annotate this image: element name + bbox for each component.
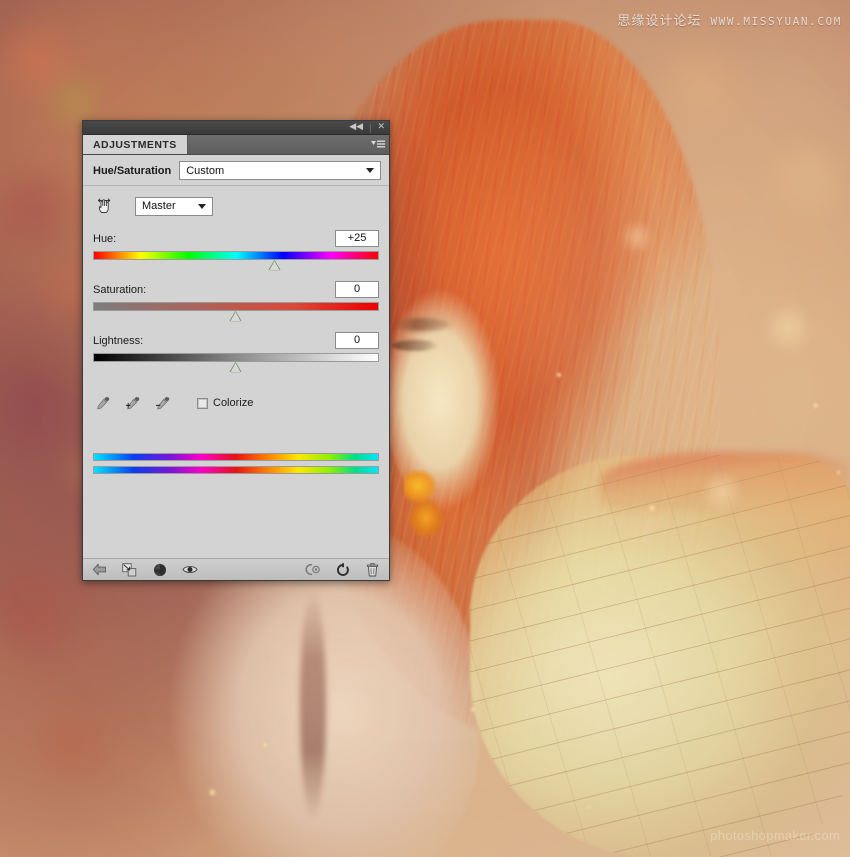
slider-group-saturation: Saturation: 0 — [93, 281, 379, 322]
tools-row: Colorize — [93, 393, 379, 413]
figure-eye — [392, 340, 438, 351]
saturation-value-input[interactable]: 0 — [335, 281, 379, 298]
clip-to-layer-icon[interactable] — [121, 562, 138, 578]
hue-slider-thumb[interactable] — [268, 260, 281, 270]
colorize-checkbox[interactable] — [197, 397, 208, 409]
slider-head-saturation: Saturation: 0 — [93, 281, 379, 298]
colorize-label: Colorize — [213, 397, 254, 409]
lightness-slider-thumb[interactable] — [229, 362, 242, 372]
figure-eyebrow — [392, 318, 450, 331]
targeted-adjustment-hand-icon[interactable] — [93, 194, 117, 218]
lightness-slider-track[interactable] — [93, 353, 379, 362]
slider-head-lightness: Lightness: 0 — [93, 332, 379, 349]
slider-group-lightness: Lightness: 0 — [93, 332, 379, 373]
panel-menu-icon[interactable] — [367, 135, 389, 154]
colorize-control[interactable]: Colorize — [197, 397, 253, 409]
watermark-chinese-text: 思缘设计论坛 — [617, 13, 702, 28]
preset-select-value: Custom — [186, 164, 225, 177]
fairy-wing-edge — [600, 452, 850, 512]
saturation-label: Saturation: — [93, 283, 147, 296]
eyedropper-minus-icon[interactable] — [153, 393, 173, 413]
chevron-down-icon — [366, 168, 374, 173]
reset-icon[interactable] — [334, 562, 351, 578]
delete-trash-icon[interactable] — [364, 562, 381, 578]
channel-select[interactable]: Master — [135, 196, 213, 216]
panel-body: Master Hue: +25 Saturation: 0 Lightness:… — [83, 186, 389, 558]
adjustments-panel[interactable]: ◀◀ | ✕ ADJUSTMENTS Hue/Saturation Custom — [82, 120, 390, 581]
hue-slider-track[interactable] — [93, 251, 379, 260]
saturation-slider[interactable] — [93, 302, 379, 322]
channel-row: Master — [93, 194, 379, 218]
return-to-adjustment-list-icon[interactable] — [91, 562, 108, 578]
fairy-wing-veins — [470, 455, 850, 857]
chevron-down-icon — [198, 203, 206, 209]
toggle-layer-visibility-icon[interactable] — [151, 562, 168, 578]
saturation-slider-thumb[interactable] — [229, 311, 242, 321]
slider-head-hue: Hue: +25 — [93, 230, 379, 247]
collapse-double-arrow-icon[interactable]: ◀◀ — [349, 123, 363, 132]
panel-titlebar[interactable]: ◀◀ | ✕ — [83, 121, 389, 135]
preview-eye-icon[interactable] — [181, 562, 198, 578]
hue-spectrum-output-bar[interactable] — [93, 466, 379, 474]
tab-adjustments[interactable]: ADJUSTMENTS — [83, 135, 188, 154]
titlebar-divider: | — [369, 122, 372, 133]
tab-adjustments-label: ADJUSTMENTS — [93, 138, 177, 151]
tabstrip-filler — [188, 135, 367, 154]
slider-group-hue: Hue: +25 — [93, 230, 379, 271]
hue-value-input[interactable]: +25 — [335, 230, 379, 247]
artwork-canvas[interactable]: 思缘设计论坛 WWW.MISSYUAN.COM photoshopmaker.c… — [0, 0, 850, 857]
lightness-label: Lightness: — [93, 334, 144, 347]
panel-footer — [83, 558, 389, 580]
lightness-slider[interactable] — [93, 353, 379, 373]
view-previous-state-icon[interactable] — [304, 562, 321, 578]
watermark-top-right: 思缘设计论坛 WWW.MISSYUAN.COM — [617, 10, 842, 29]
eyedropper-plus-icon[interactable] — [123, 393, 143, 413]
hue-spectrum-input-bar — [93, 453, 379, 461]
hue-slider[interactable] — [93, 251, 379, 271]
preset-select[interactable]: Custom — [179, 161, 381, 180]
figure-spine-shadow — [300, 590, 326, 820]
panel-empty-space — [93, 480, 379, 558]
channel-select-value: Master — [142, 200, 176, 212]
watermark-url-text: WWW.MISSYUAN.COM — [710, 15, 842, 28]
panel-tabstrip: ADJUSTMENTS — [83, 135, 389, 155]
butterfly — [404, 470, 452, 542]
adjustment-title: Hue/Saturation — [93, 164, 172, 177]
lightness-value-input[interactable]: 0 — [335, 332, 379, 349]
eyedropper-icon[interactable] — [93, 393, 113, 413]
panel-header-row: Hue/Saturation Custom — [83, 155, 389, 186]
hue-label: Hue: — [93, 232, 117, 245]
saturation-slider-track[interactable] — [93, 302, 379, 311]
hue-spectrum-bars — [93, 453, 379, 480]
close-icon[interactable]: ✕ — [377, 123, 385, 132]
